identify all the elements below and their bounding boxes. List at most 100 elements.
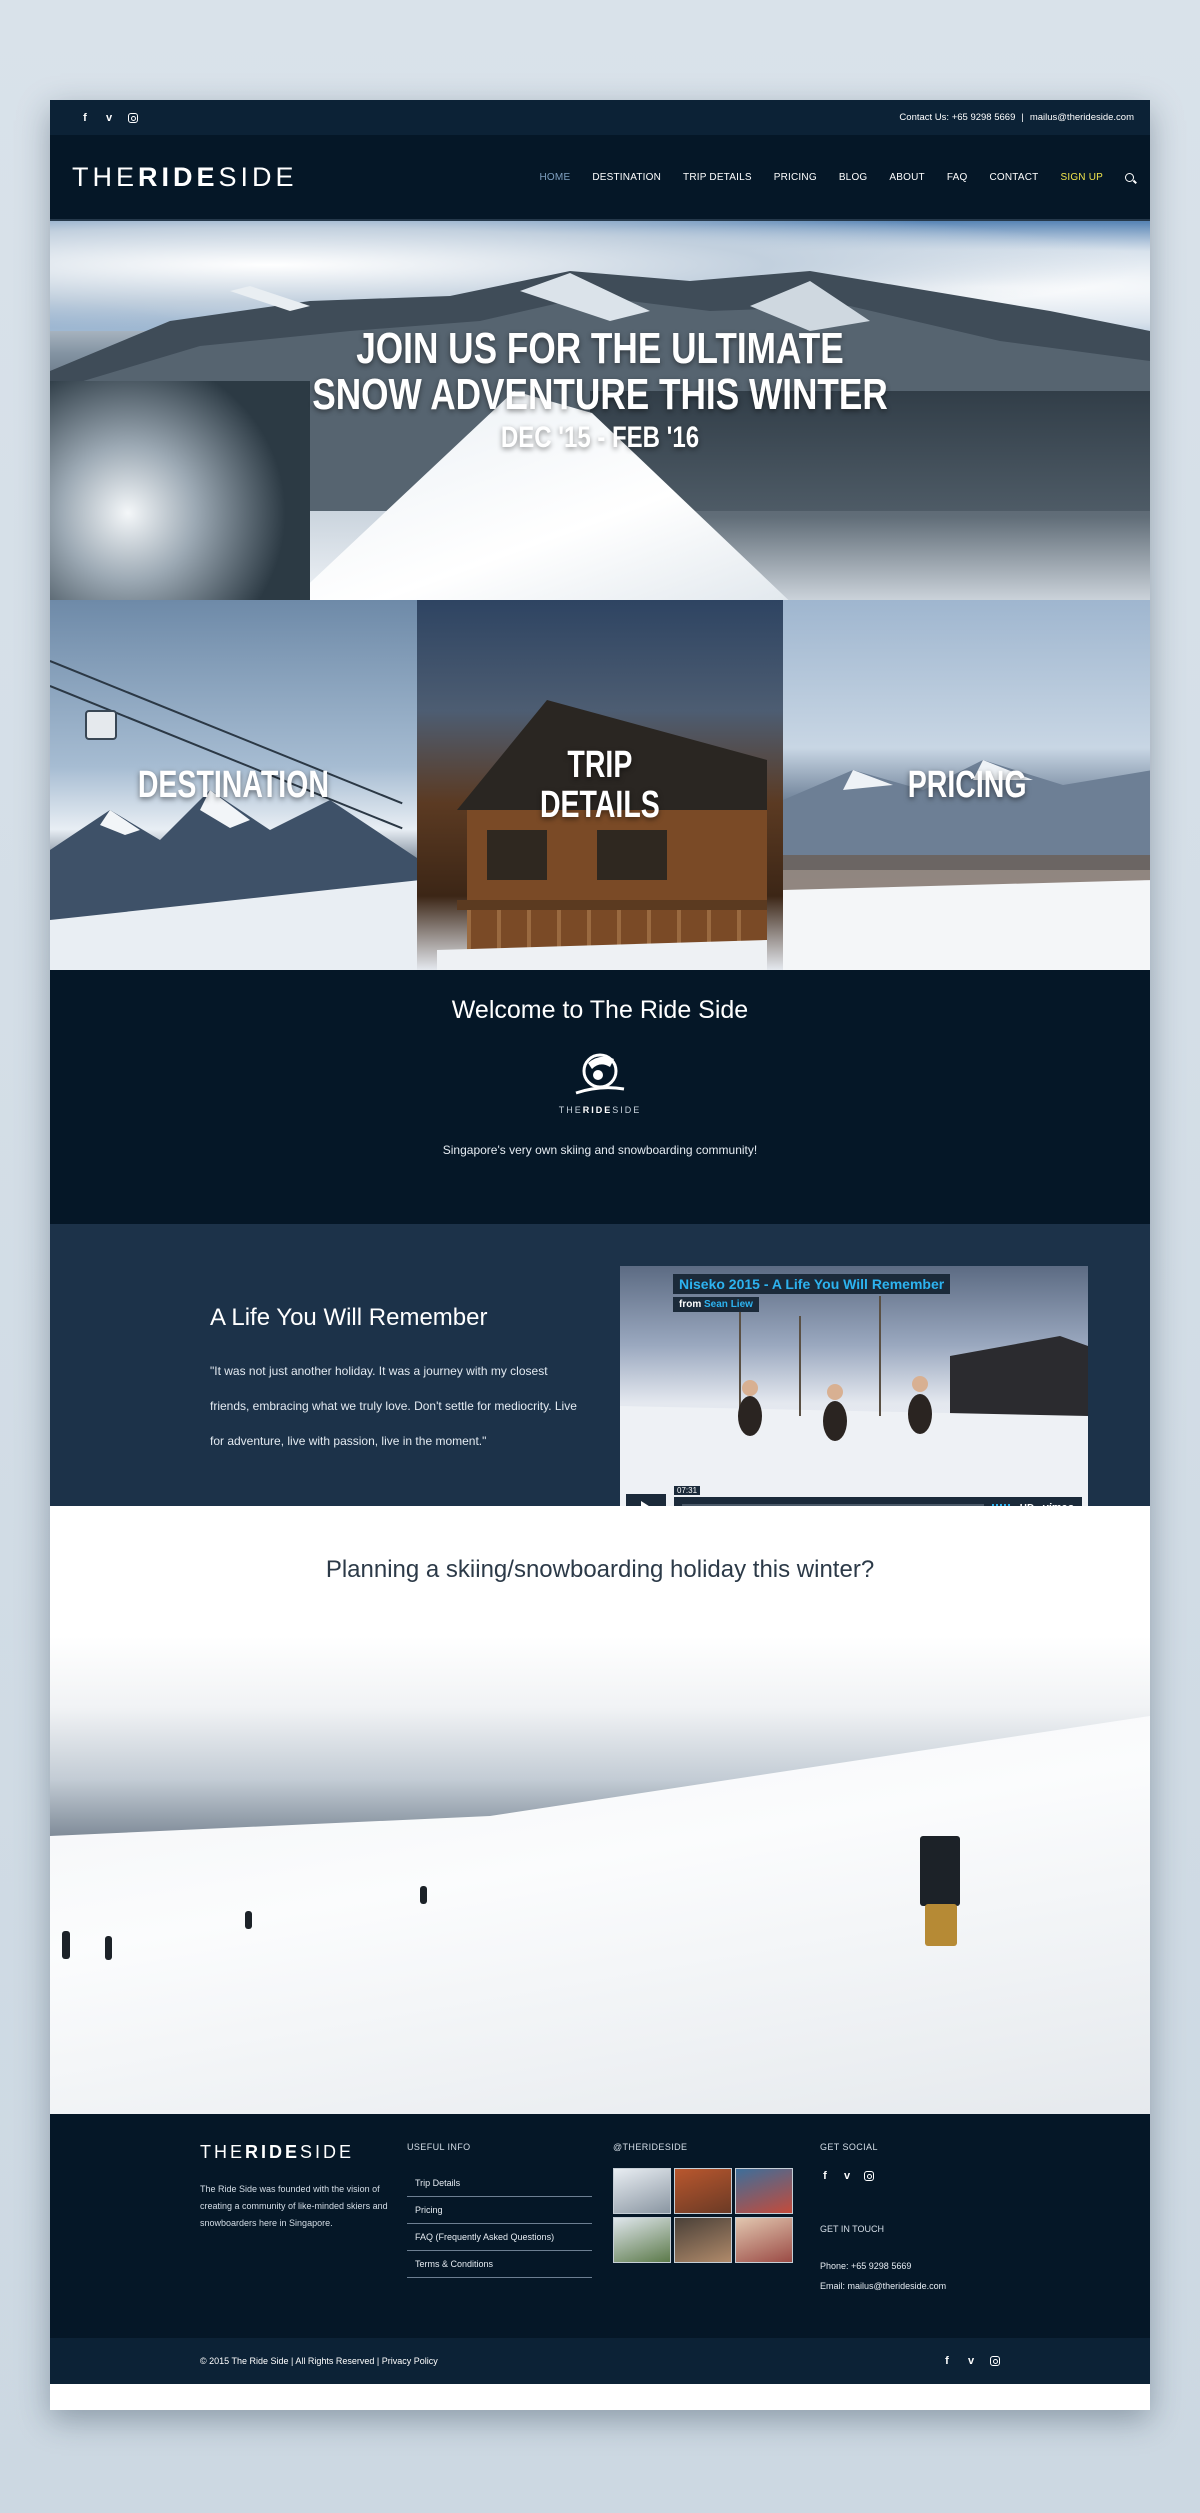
logo-the: THE xyxy=(72,161,138,192)
video-title[interactable]: Niseko 2015 - A Life You Will Remember xyxy=(673,1274,951,1294)
instagram-icon[interactable] xyxy=(128,112,138,123)
skier-figure xyxy=(245,1911,252,1929)
footer-link-trip-details[interactable]: Trip Details xyxy=(407,2170,592,2197)
footer-contact: Phone: +65 9298 5669 Email: mailus@theri… xyxy=(820,2256,946,2296)
tile-destination[interactable]: DESTINATION xyxy=(50,600,417,970)
vimeo-icon[interactable]: v xyxy=(104,112,114,124)
nav-home[interactable]: HOME xyxy=(540,172,571,183)
skier-figure xyxy=(62,1931,70,1959)
hero-dates: DEC '15 - FEB '16 xyxy=(500,421,700,454)
instagram-photo[interactable] xyxy=(735,2168,793,2214)
welcome-tagline: Singapore's very own skiing and snowboar… xyxy=(442,1143,758,1157)
planning-section: Planning a skiing/snowboarding holiday t… xyxy=(50,1506,1150,2114)
contact-separator: | xyxy=(1021,112,1024,123)
vimeo-icon[interactable]: v xyxy=(966,2355,976,2367)
hero-line-2: SNOW ADVENTURE THIS WINTER xyxy=(312,370,888,419)
nav-blog[interactable]: BLOG xyxy=(839,172,868,183)
get-social-heading: GET SOCIAL xyxy=(820,2142,878,2152)
footer-description: The Ride Side was founded with the visio… xyxy=(200,2184,388,2228)
tile-destination-label: DESTINATION xyxy=(137,764,329,806)
instagram-icon[interactable] xyxy=(990,2356,1000,2366)
footer-link-faq[interactable]: FAQ (Frequently Asked Questions) xyxy=(407,2224,592,2251)
life-section: A Life You Will Remember "It was not jus… xyxy=(50,1224,1150,1530)
video-title-box: Niseko 2015 - A Life You Will Remember f… xyxy=(673,1274,951,1312)
instagram-photo[interactable] xyxy=(674,2168,732,2214)
tile-trip-details-label: TRIP DETAILS xyxy=(540,745,660,825)
bottom-bar: © 2015 The Ride Side | All Rights Reserv… xyxy=(50,2338,1150,2384)
skier-figure xyxy=(420,1886,427,1904)
video-time: 07:31 xyxy=(674,1486,701,1495)
instagram-photo[interactable] xyxy=(613,2168,671,2214)
tile-pricing[interactable]: PRICING xyxy=(783,600,1150,970)
get-in-touch-heading: GET IN TOUCH xyxy=(820,2224,885,2234)
contact-phone: Contact Us: +65 9298 5669 xyxy=(899,112,1016,123)
tile-pricing-label: PRICING xyxy=(907,764,1027,806)
instagram-heading: @THERIDESIDE xyxy=(613,2142,688,2152)
nav-contact[interactable]: CONTACT xyxy=(989,172,1038,183)
facebook-icon[interactable]: f xyxy=(942,2355,952,2367)
hero-line-1: JOIN US FOR THE ULTIMATE xyxy=(356,324,844,373)
tile-trip-details[interactable]: TRIP DETAILS xyxy=(416,600,784,970)
instagram-photo[interactable] xyxy=(613,2217,671,2263)
facebook-icon[interactable]: f xyxy=(820,2170,830,2182)
footer-email[interactable]: Email: mailus@therideside.com xyxy=(820,2276,946,2296)
footer-social-icons: f v xyxy=(820,2170,946,2182)
feature-tiles: DESTINATION TRIP DETAILS PRICING xyxy=(50,600,1150,970)
site-logo[interactable]: THERIDESIDE xyxy=(72,162,298,193)
facebook-icon[interactable]: f xyxy=(80,112,90,124)
footer-link-pricing[interactable]: Pricing xyxy=(407,2197,592,2224)
footer-instagram: @THERIDESIDE xyxy=(613,2142,793,2263)
hero-headline: JOIN US FOR THE ULTIMATE SNOW ADVENTURE … xyxy=(160,326,1040,456)
vimeo-icon[interactable]: v xyxy=(842,2170,852,2182)
footer-social: GET SOCIAL f v GET IN TOUCH Phone: +65 9… xyxy=(820,2142,946,2296)
video-byline: from Sean Liew xyxy=(673,1297,759,1312)
useful-links: Trip Details Pricing FAQ (Frequently Ask… xyxy=(407,2170,592,2278)
hero-banner: JOIN US FOR THE ULTIMATE SNOW ADVENTURE … xyxy=(50,221,1150,600)
tile-trip-label-line1: TRIP xyxy=(567,744,633,786)
lodge-image xyxy=(436,700,767,970)
useful-info-heading: USEFUL INFO xyxy=(407,2142,471,2152)
planning-title: Planning a skiing/snowboarding holiday t… xyxy=(325,1556,875,1583)
welcome-title: Welcome to The Ride Side xyxy=(451,996,749,1024)
instagram-grid xyxy=(613,2168,793,2263)
site-header: THERIDESIDE HOME DESTINATION TRIP DETAIL… xyxy=(50,135,1150,221)
welcome-logo-text: THERIDESIDE xyxy=(50,1105,1150,1115)
footer-logo-ride: RIDE xyxy=(245,2142,301,2162)
page-frame: f v Contact Us: +65 9298 5669 | mailus@t… xyxy=(50,100,1150,2410)
nav-faq[interactable]: FAQ xyxy=(947,172,968,183)
logo-ride: RIDE xyxy=(138,161,219,192)
life-title: A Life You Will Remember xyxy=(210,1304,488,1331)
footer-about: THERIDESIDE The Ride Side was founded wi… xyxy=(200,2142,400,2232)
search-icon[interactable] xyxy=(1125,172,1134,182)
video-player[interactable]: Niseko 2015 - A Life You Will Remember f… xyxy=(620,1266,1088,1530)
life-quote: "It was not just another holiday. It was… xyxy=(210,1364,577,1448)
life-text-block: A Life You Will Remember "It was not jus… xyxy=(210,1304,590,1459)
instagram-photo[interactable] xyxy=(735,2217,793,2263)
nav-trip-details[interactable]: TRIP DETAILS xyxy=(683,172,752,183)
top-social: f v xyxy=(80,112,138,124)
footer-link-terms[interactable]: Terms & Conditions xyxy=(407,2251,592,2278)
top-contact: Contact Us: +65 9298 5669 | mailus@theri… xyxy=(899,112,1134,123)
instagram-photo[interactable] xyxy=(674,2217,732,2263)
footer-logo-side: SIDE xyxy=(300,2142,355,2162)
bottom-social: f v xyxy=(942,2355,1000,2367)
site-footer: THERIDESIDE The Ride Side was founded wi… xyxy=(50,2114,1150,2338)
contact-email[interactable]: mailus@therideside.com xyxy=(1030,112,1134,123)
footer-logo[interactable]: THERIDESIDE xyxy=(200,2142,400,2163)
top-bar: f v Contact Us: +65 9298 5669 | mailus@t… xyxy=(50,100,1150,135)
video-author[interactable]: Sean Liew xyxy=(704,1299,753,1310)
instagram-icon[interactable] xyxy=(864,2171,874,2181)
footer-logo-the: THE xyxy=(200,2142,245,2162)
nav-about[interactable]: ABOUT xyxy=(889,172,924,183)
snowboarder-pants xyxy=(925,1904,957,1946)
main-nav: HOME DESTINATION TRIP DETAILS PRICING BL… xyxy=(540,172,1134,183)
welcome-logo-the: THE xyxy=(558,1105,583,1115)
welcome-section: Welcome to The Ride Side THERIDESIDE Sin… xyxy=(50,970,1150,1224)
nav-pricing[interactable]: PRICING xyxy=(774,172,817,183)
nav-destination[interactable]: DESTINATION xyxy=(592,172,661,183)
tile-trip-label-line2: DETAILS xyxy=(540,784,660,826)
footer-useful-info: USEFUL INFO Trip Details Pricing FAQ (Fr… xyxy=(407,2142,592,2278)
nav-sign-up[interactable]: SIGN UP xyxy=(1060,172,1103,183)
skier-figure xyxy=(105,1936,112,1960)
video-from: from xyxy=(679,1299,702,1310)
